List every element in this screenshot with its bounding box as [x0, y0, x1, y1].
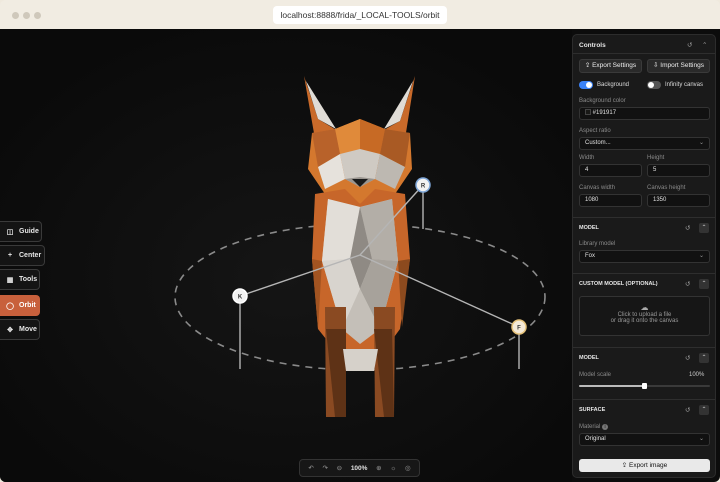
orbit-label: Orbit: [19, 302, 36, 309]
handle-r[interactable]: R: [415, 177, 431, 193]
move-button[interactable]: ✥ Move: [0, 319, 40, 340]
background-label: Background: [597, 82, 630, 88]
export-image-icon: ⇪: [621, 462, 628, 469]
canvas-height-input[interactable]: 1350: [647, 194, 710, 207]
chevron-down-icon: ⌄: [698, 436, 704, 442]
center-label: Center: [19, 252, 42, 259]
export-icon: ⇪: [584, 62, 591, 69]
import-settings-button[interactable]: ⇩ Import Settings: [647, 59, 710, 73]
browser-titlebar: localhost:8888/frida/_LOCAL-TOOLS/orbit: [0, 0, 720, 29]
orbit-button[interactable]: ◯ Orbit: [0, 295, 40, 316]
minimize-window-button[interactable]: [23, 12, 30, 19]
surface-section-title: SURFACE: [579, 407, 606, 413]
reset-icon[interactable]: ↺: [687, 41, 692, 49]
background-toggle[interactable]: [579, 81, 593, 89]
handle-f-label: F: [517, 326, 521, 332]
panel-title: Controls: [579, 42, 606, 49]
reset-model-icon[interactable]: ↺: [685, 224, 690, 232]
custom-model-section-title: CUSTOM MODEL (OPTIONAL): [579, 281, 658, 287]
browser-window: localhost:8888/frida/_LOCAL-TOOLS/orbit: [0, 0, 720, 482]
grid-icon: ▦: [6, 276, 14, 284]
infinity-canvas-toggle[interactable]: [647, 81, 661, 89]
scale-label: Model scale: [579, 372, 612, 378]
zoom-level: 100%: [350, 464, 368, 472]
material-value: Original: [585, 436, 606, 442]
import-settings-label: Import Settings: [660, 62, 704, 69]
handle-r-label: R: [421, 184, 426, 190]
move-arrows-icon: ✥: [7, 326, 13, 334]
reset-custom-icon[interactable]: ↺: [685, 280, 690, 288]
chevron-down-icon: ⌄: [698, 253, 704, 259]
scale-slider-track[interactable]: [579, 383, 710, 389]
undo-icon[interactable]: ↶: [308, 464, 313, 472]
cloud-upload-icon: ☁: [640, 303, 649, 312]
collapse-model-icon[interactable]: ⌃: [699, 223, 709, 233]
upload-line-2: or drag it onto the canvas: [610, 318, 679, 324]
scale-slider-handle[interactable]: [642, 383, 647, 389]
redo-icon[interactable]: ↷: [323, 464, 328, 472]
aspect-select[interactable]: Custom... ⌄: [579, 137, 710, 150]
tools-button[interactable]: ▦ Tools: [0, 269, 40, 290]
url-bar[interactable]: localhost:8888/frida/_LOCAL-TOOLS/orbit: [273, 6, 447, 24]
library-select[interactable]: Fox ⌄: [579, 250, 710, 263]
bg-color-label: Background color: [579, 98, 626, 104]
canvas-height-label: Canvas height: [647, 185, 686, 191]
maximize-window-button[interactable]: [34, 12, 41, 19]
model-section-title: MODEL: [579, 225, 599, 231]
target-icon[interactable]: ◎: [405, 464, 411, 472]
material-select[interactable]: Original ⌄: [579, 433, 710, 446]
library-label: Library model: [579, 241, 616, 247]
aspect-value: Custom...: [585, 140, 611, 146]
scale-value: 100%: [689, 372, 705, 378]
zoom-out-icon[interactable]: ⊖: [337, 464, 342, 472]
width-label: Width: [579, 155, 595, 161]
handle-k[interactable]: K: [232, 288, 248, 304]
bottom-toolbar: ↶ ↷ ⊖ 100% ⊕ ☼ ◎: [299, 459, 420, 477]
model-scale-section-title: MODEL: [579, 355, 599, 361]
controls-panel: Controls ↺ ⌃ ⇪ Export Settings ⇩ Import …: [572, 34, 716, 478]
bg-color-field[interactable]: #191917: [579, 107, 710, 120]
close-window-button[interactable]: [12, 12, 19, 19]
library-value: Fox: [585, 253, 596, 259]
aspect-label: Aspect ratio: [579, 128, 611, 134]
info-icon[interactable]: i: [602, 424, 609, 430]
book-icon: ◫: [6, 228, 14, 236]
orbit-icon: ◯: [6, 302, 14, 310]
reset-scale-icon[interactable]: ↺: [685, 354, 690, 362]
collapse-custom-icon[interactable]: ⌃: [699, 279, 709, 289]
collapse-icon[interactable]: ⌃: [702, 41, 707, 49]
import-icon: ⇩: [653, 62, 659, 69]
zoom-in-icon[interactable]: ⊕: [376, 464, 381, 472]
move-label: Move: [19, 326, 37, 333]
scale-slider-fill: [579, 385, 645, 387]
upload-dropzone[interactable]: ☁ Click to upload a file or drag it onto…: [579, 296, 710, 336]
guide-label: Guide: [19, 228, 39, 235]
infinity-canvas-label: Infinity canvas: [665, 82, 704, 88]
color-swatch[interactable]: [585, 109, 591, 116]
crosshair-icon: +: [7, 252, 13, 259]
center-button[interactable]: + Center: [0, 245, 45, 266]
export-image-button[interactable]: ⇪ Export image: [579, 459, 710, 472]
export-image-label: Export image: [628, 462, 668, 469]
tools-label: Tools: [19, 276, 38, 283]
guide-button[interactable]: ◫ Guide: [0, 221, 42, 242]
handle-f[interactable]: F: [511, 319, 527, 335]
export-settings-button[interactable]: ⇪ Export Settings: [579, 59, 642, 73]
sun-icon[interactable]: ☼: [390, 465, 396, 472]
height-label: Height: [647, 155, 665, 161]
collapse-scale-icon[interactable]: ⌃: [699, 353, 709, 363]
chevron-down-icon: ⌄: [698, 140, 704, 146]
canvas-width-input[interactable]: 1080: [579, 194, 642, 207]
export-settings-label: Export Settings: [592, 62, 637, 69]
reset-surface-icon[interactable]: ↺: [685, 406, 690, 414]
bg-color-value: #191917: [592, 110, 617, 116]
canvas-width-label: Canvas width: [579, 185, 616, 191]
height-input[interactable]: 5: [647, 164, 710, 177]
material-label: Material i: [579, 424, 609, 430]
collapse-surface-icon[interactable]: ⌃: [699, 405, 709, 415]
width-input[interactable]: 4: [579, 164, 642, 177]
scene-canvas[interactable]: R K F: [0, 29, 572, 482]
material-label-text: Material: [579, 424, 601, 430]
handle-k-label: K: [238, 295, 243, 301]
